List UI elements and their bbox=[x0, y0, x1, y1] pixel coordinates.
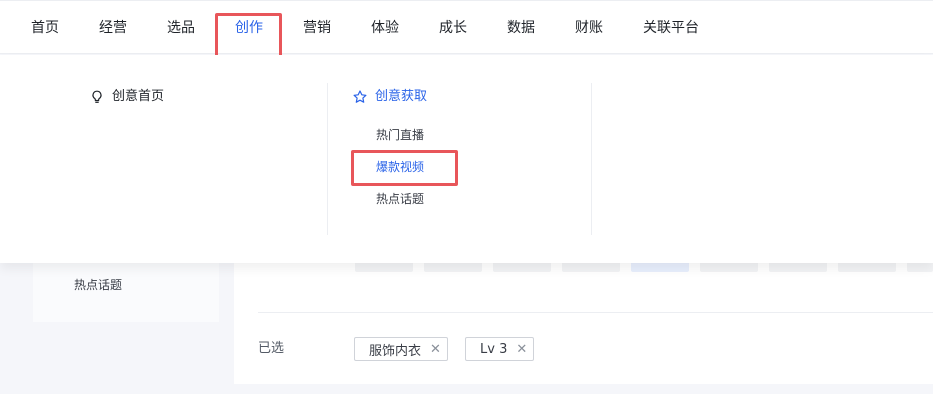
nav-item-linked-platforms[interactable]: 关联平台 bbox=[643, 17, 699, 39]
filter-pill[interactable] bbox=[907, 262, 933, 272]
menu-item-creative-home[interactable]: 创意首页 bbox=[89, 87, 164, 107]
star-icon bbox=[352, 89, 368, 105]
filter-pill-selected[interactable] bbox=[631, 262, 689, 272]
filter-pill[interactable] bbox=[562, 262, 620, 272]
nav-item-product-selection[interactable]: 选品 bbox=[167, 17, 195, 39]
filter-panel bbox=[234, 262, 933, 384]
selected-tag-label: 服饰内衣 bbox=[369, 343, 422, 359]
sidebar-item-hot-topics[interactable]: 热点话题 bbox=[74, 276, 122, 294]
divider bbox=[258, 312, 933, 313]
nav-item-data[interactable]: 数据 bbox=[507, 17, 535, 39]
filter-pill[interactable] bbox=[700, 262, 758, 272]
creation-dropdown-menu: 创意首页 创意获取 热门直播 爆款视频 热点话题 bbox=[0, 55, 933, 263]
nav-item-operations[interactable]: 经营 bbox=[99, 17, 127, 39]
column-divider bbox=[591, 83, 592, 235]
nav-item-home[interactable]: 首页 bbox=[31, 17, 59, 39]
nav-item-growth[interactable]: 成长 bbox=[439, 17, 467, 39]
close-icon[interactable]: ✕ bbox=[516, 342, 527, 357]
menu-item-hot-topics[interactable]: 热点话题 bbox=[376, 190, 424, 208]
menu-section-creative-acquisition[interactable]: 创意获取 bbox=[352, 87, 427, 107]
selected-label: 已选 bbox=[258, 341, 285, 356]
nav-item-finance[interactable]: 财账 bbox=[575, 17, 603, 39]
submenu-highlight-box bbox=[351, 150, 458, 186]
filter-pill[interactable] bbox=[493, 262, 551, 272]
lightbulb-icon bbox=[89, 89, 105, 105]
filter-pill[interactable] bbox=[424, 262, 482, 272]
menu-item-label: 创意首页 bbox=[112, 89, 165, 104]
top-nav: 首页 经营 选品 创作 营销 体验 成长 数据 财账 关联平台 bbox=[0, 0, 933, 60]
filter-pill[interactable] bbox=[355, 262, 413, 272]
nav-item-experience[interactable]: 体验 bbox=[371, 17, 399, 39]
nav-item-marketing[interactable]: 营销 bbox=[303, 17, 331, 39]
menu-section-label: 创意获取 bbox=[375, 89, 428, 104]
filter-pill[interactable] bbox=[838, 262, 896, 272]
menu-item-hot-live[interactable]: 热门直播 bbox=[376, 126, 424, 144]
close-icon[interactable]: ✕ bbox=[430, 342, 441, 357]
column-divider bbox=[327, 83, 328, 235]
selected-tag-label: Lv 3 bbox=[480, 341, 508, 357]
filter-pill[interactable] bbox=[769, 262, 827, 272]
sidebar-panel bbox=[33, 262, 219, 322]
nav-highlight-box bbox=[215, 13, 282, 60]
selected-tag: Lv 3 ✕ bbox=[465, 337, 535, 361]
selected-tag: 服饰内衣 ✕ bbox=[354, 337, 448, 361]
